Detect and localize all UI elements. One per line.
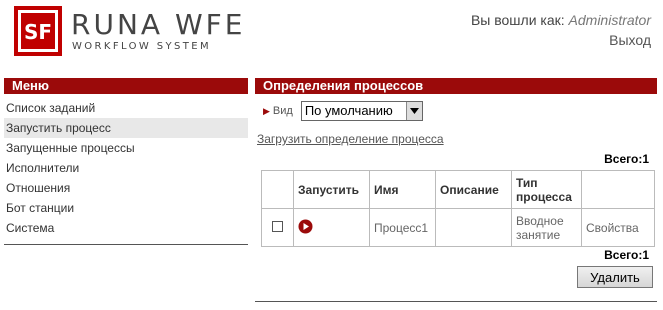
logo-mark-icon: SF (14, 6, 62, 56)
row-process-type: Вводное занятие (511, 208, 582, 247)
row-start-cell (293, 208, 370, 247)
menu-item-executors[interactable]: Исполнители (4, 158, 248, 178)
main-divider (255, 301, 657, 302)
row-properties-link[interactable]: Свойства (581, 208, 655, 247)
triangle-right-icon: ▶ (263, 105, 270, 116)
menu-item-task-list[interactable]: Список заданий (4, 98, 248, 118)
logo-title: RUNA WFE (71, 8, 246, 41)
menu-title: Меню (4, 78, 248, 94)
logged-in-label: Вы вошли как: (470, 12, 565, 28)
upload-definition-link[interactable]: Загрузить определение процесса (257, 132, 444, 146)
chevron-down-icon[interactable] (405, 102, 422, 120)
process-definitions-table: Запустить Имя Описание Тип процесса Проц (261, 170, 655, 247)
row-description (435, 208, 512, 247)
header-select (261, 170, 294, 209)
menu-list: Список заданий Запустить процесс Запущен… (4, 98, 248, 238)
total-count-bottom: Всего:1 (604, 248, 649, 262)
logout-link[interactable]: Выход (609, 32, 651, 48)
view-select-value: По умолчанию (304, 103, 393, 118)
row-select-cell (261, 208, 294, 247)
header-start[interactable]: Запустить (293, 170, 370, 209)
runa-wfe-logo: SF RUNA WFE WORKFLOW SYSTEM (14, 6, 246, 56)
menu-divider (4, 244, 248, 245)
svg-text:SF: SF (24, 20, 52, 44)
table-row: Процесс1 Вводное занятие Свойства (261, 208, 655, 247)
view-label: Вид (272, 105, 293, 117)
header-properties (581, 170, 655, 209)
header-name[interactable]: Имя (369, 170, 436, 209)
header-process-type[interactable]: Тип процесса (511, 170, 582, 209)
table-header-row: Запустить Имя Описание Тип процесса (261, 170, 655, 209)
row-name-link[interactable]: Процесс1 (369, 208, 436, 247)
delete-button[interactable]: Удалить (577, 266, 653, 288)
menu-item-start-process[interactable]: Запустить процесс (4, 118, 248, 138)
menu-item-relations[interactable]: Отношения (4, 178, 248, 198)
menu-item-running-processes[interactable]: Запущенные процессы (4, 138, 248, 158)
login-info: Вы вошли как: Administrator (471, 12, 651, 28)
header-description[interactable]: Описание (435, 170, 512, 209)
current-user: Administrator (568, 12, 651, 28)
row-checkbox[interactable] (272, 220, 283, 232)
total-count-top: Всего:1 (604, 152, 649, 166)
view-selector-row: ▶ Вид По умолчанию (263, 100, 423, 122)
view-select[interactable]: По умолчанию (300, 101, 423, 121)
menu-item-bot-stations[interactable]: Бот станции (4, 198, 248, 218)
page-title: Определения процессов (255, 78, 657, 94)
play-icon[interactable] (298, 219, 313, 234)
logo-subtitle: WORKFLOW SYSTEM (72, 41, 212, 52)
menu-item-system[interactable]: Система (4, 218, 248, 238)
